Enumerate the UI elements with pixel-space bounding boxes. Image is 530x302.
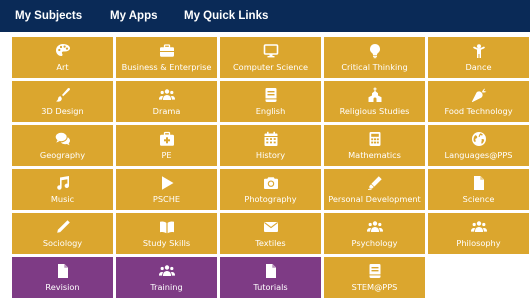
tile-critical-thinking[interactable]: Critical Thinking bbox=[324, 37, 425, 78]
calendar-icon bbox=[263, 131, 279, 147]
file-icon bbox=[471, 175, 487, 191]
lightbulb-icon bbox=[367, 43, 383, 59]
tile-label: Computer Science bbox=[232, 62, 309, 72]
tile-label: Sociology bbox=[42, 238, 83, 248]
tile-label: Drama bbox=[152, 106, 181, 116]
tile-history[interactable]: History bbox=[220, 125, 321, 166]
tile-science[interactable]: Science bbox=[428, 169, 529, 210]
tile-label: Tutorials bbox=[253, 282, 288, 292]
tile-pe[interactable]: PE bbox=[116, 125, 217, 166]
tile-label: Revision bbox=[45, 282, 80, 292]
nav-my-subjects[interactable]: My Subjects bbox=[15, 0, 82, 32]
tile-dance[interactable]: Dance bbox=[428, 37, 529, 78]
tile-photography[interactable]: Photography bbox=[220, 169, 321, 210]
tile-label: Psychology bbox=[351, 238, 398, 248]
tile-label: Religious Studies bbox=[339, 106, 410, 116]
calculator-icon bbox=[367, 131, 383, 147]
tile-label: Textiles bbox=[255, 238, 286, 248]
tile-languages-at-pps[interactable]: Languages@PPS bbox=[428, 125, 529, 166]
tile-business-and-enterprise[interactable]: Business & Enterprise bbox=[116, 37, 217, 78]
tile-sociology[interactable]: Sociology bbox=[12, 213, 113, 254]
tile-3d-design[interactable]: 3D Design bbox=[12, 81, 113, 122]
briefcase-icon bbox=[159, 43, 175, 59]
tile-geography[interactable]: Geography bbox=[12, 125, 113, 166]
users-icon bbox=[158, 263, 175, 279]
tile-textiles[interactable]: Textiles bbox=[220, 213, 321, 254]
tile-psche[interactable]: PSCHE bbox=[116, 169, 217, 210]
tile-label: History bbox=[255, 150, 286, 160]
tile-label: Music bbox=[50, 194, 75, 204]
tile-label: PSCHE bbox=[152, 194, 181, 204]
tile-study-skills[interactable]: Study Skills bbox=[116, 213, 217, 254]
tile-label: Languages@PPS bbox=[444, 150, 513, 160]
comments-icon bbox=[55, 131, 71, 147]
tile-stem-at-pps[interactable]: STEM@PPS bbox=[324, 257, 425, 298]
tile-computer-science[interactable]: Computer Science bbox=[220, 37, 321, 78]
users-icon bbox=[366, 219, 383, 235]
tile-label: Photography bbox=[244, 194, 297, 204]
tile-revision[interactable]: Revision bbox=[12, 257, 113, 298]
tile-label: 3D Design bbox=[41, 106, 84, 116]
tile-tutorials[interactable]: Tutorials bbox=[220, 257, 321, 298]
tile-label: Dance bbox=[465, 62, 492, 72]
tile-label: Critical Thinking bbox=[341, 62, 408, 72]
top-nav-bar: My Subjects My Apps My Quick Links bbox=[0, 0, 530, 32]
tile-label: Business & Enterprise bbox=[121, 62, 212, 72]
church-icon bbox=[367, 87, 383, 103]
tile-drama[interactable]: Drama bbox=[116, 81, 217, 122]
music-icon bbox=[55, 175, 71, 191]
nav-my-apps[interactable]: My Apps bbox=[110, 0, 158, 32]
users-icon bbox=[158, 87, 175, 103]
tile-personal-development[interactable]: Personal Development bbox=[324, 169, 425, 210]
tile-label: Mathematics bbox=[348, 150, 401, 160]
tile-psychology[interactable]: Psychology bbox=[324, 213, 425, 254]
person-icon bbox=[471, 43, 487, 59]
tile-philosophy[interactable]: Philosophy bbox=[428, 213, 529, 254]
tile-label: Personal Development bbox=[328, 194, 421, 204]
book-icon bbox=[367, 263, 383, 279]
monitor-icon bbox=[263, 43, 279, 59]
paintbrush-icon bbox=[55, 87, 71, 103]
tile-label: English bbox=[255, 106, 286, 116]
nav-my-quick-links[interactable]: My Quick Links bbox=[184, 0, 268, 32]
tile-label: PE bbox=[161, 150, 172, 160]
tile-training[interactable]: Training bbox=[116, 257, 217, 298]
medkit-icon bbox=[159, 131, 175, 147]
tile-label: Food Technology bbox=[444, 106, 513, 116]
tile-label: Science bbox=[462, 194, 495, 204]
tile-label: Training bbox=[150, 282, 183, 292]
tile-label: STEM@PPS bbox=[351, 282, 398, 292]
tile-food-technology[interactable]: Food Technology bbox=[428, 81, 529, 122]
subjects-tile-grid: Art Business & Enterprise Computer Science… bbox=[12, 37, 530, 302]
camera-icon bbox=[263, 175, 279, 191]
tile-art[interactable]: Art bbox=[12, 37, 113, 78]
tile-english[interactable]: English bbox=[220, 81, 321, 122]
tile-music[interactable]: Music bbox=[12, 169, 113, 210]
tile-label: Philosophy bbox=[456, 238, 501, 248]
file-icon bbox=[55, 263, 71, 279]
file-icon bbox=[263, 263, 279, 279]
book-icon bbox=[263, 87, 279, 103]
tile-label: Study Skills bbox=[142, 238, 191, 248]
marker-icon bbox=[367, 175, 383, 191]
pencil-icon bbox=[55, 219, 71, 235]
tile-mathematics[interactable]: Mathematics bbox=[324, 125, 425, 166]
carrot-icon bbox=[471, 87, 487, 103]
users-icon bbox=[470, 219, 487, 235]
globe-icon bbox=[471, 131, 487, 147]
play-icon bbox=[159, 175, 175, 191]
envelope-icon bbox=[263, 219, 279, 235]
open-book-icon bbox=[159, 219, 175, 235]
tile-label: Art bbox=[56, 62, 69, 72]
tile-religious-studies[interactable]: Religious Studies bbox=[324, 81, 425, 122]
palette-icon bbox=[55, 43, 71, 59]
tile-label: Geography bbox=[39, 150, 86, 160]
